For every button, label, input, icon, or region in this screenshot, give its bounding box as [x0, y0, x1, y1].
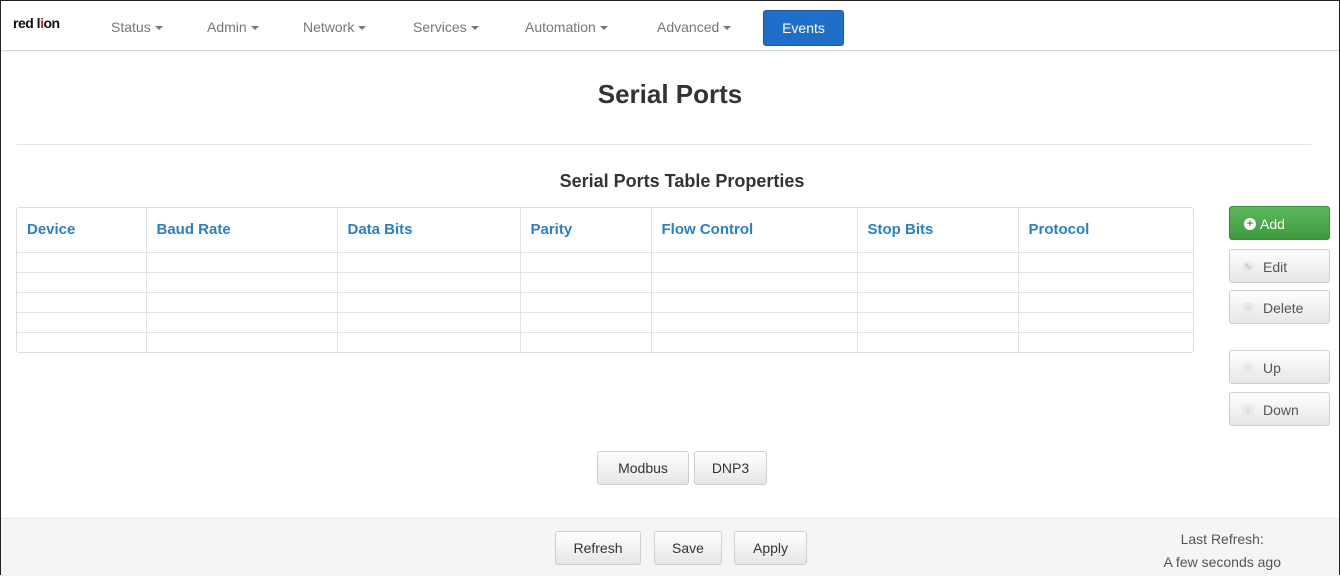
- table-cell: [519, 332, 651, 352]
- table-cell: [1017, 252, 1193, 273]
- nav-label: Services: [413, 19, 467, 35]
- nav-label: Automation: [525, 19, 596, 35]
- table-cell: [17, 272, 146, 293]
- table-cell: [650, 332, 857, 352]
- table-row[interactable]: [17, 292, 1193, 313]
- down-button-label: Down: [1263, 402, 1299, 418]
- nav-label: Admin: [207, 19, 247, 35]
- caret-down-icon: [599, 26, 608, 31]
- add-button-label: Add: [1260, 216, 1285, 232]
- table-header-row: Device Baud Rate Data Bits Parity Flow C…: [17, 208, 1193, 253]
- nav-status[interactable]: Status: [111, 19, 163, 35]
- caret-down-icon: [250, 26, 259, 31]
- table-cell: [1017, 272, 1193, 293]
- table-cell: [519, 272, 651, 293]
- title-divider: [17, 144, 1311, 145]
- table-cell: [856, 332, 1018, 352]
- nav-advanced[interactable]: Advanced: [657, 19, 732, 35]
- nav-label: Advanced: [657, 19, 720, 35]
- table-cell: [1017, 292, 1193, 313]
- table-cell: [856, 272, 1018, 293]
- delete-button[interactable]: − Delete: [1229, 290, 1330, 324]
- table-row[interactable]: [17, 312, 1193, 333]
- table-row[interactable]: [17, 332, 1193, 352]
- nav-admin[interactable]: Admin: [207, 19, 259, 35]
- caret-down-icon: [723, 26, 732, 31]
- logo-text-prefix: red l: [13, 15, 41, 31]
- table-cell: [336, 292, 520, 313]
- save-button[interactable]: Save: [654, 531, 722, 565]
- column-header-baud-rate[interactable]: Baud Rate: [145, 208, 337, 253]
- last-refresh-value: A few seconds ago: [1163, 554, 1281, 570]
- pencil-icon: ✎: [1242, 261, 1254, 273]
- table-cell: [519, 292, 651, 313]
- nav-network[interactable]: Network: [303, 19, 367, 35]
- table-cell: [519, 312, 651, 333]
- table-cell: [856, 292, 1018, 313]
- plus-circle-icon: +: [1244, 218, 1256, 230]
- column-header-parity[interactable]: Parity: [519, 208, 651, 253]
- table-cell: [145, 292, 337, 313]
- table-title: Serial Ports Table Properties: [559, 171, 805, 191]
- table-cell: [650, 292, 857, 313]
- column-header-flow-control[interactable]: Flow Control: [650, 208, 857, 253]
- table-cell: [336, 272, 520, 293]
- last-refresh-status: Last Refresh: A few seconds ago: [1163, 528, 1281, 574]
- top-navbar: red lion Status Admin Network Services A…: [1, 1, 1339, 51]
- column-header-device[interactable]: Device: [17, 208, 146, 253]
- red-lion-logo[interactable]: red lion: [13, 15, 60, 31]
- table-row[interactable]: [17, 272, 1193, 293]
- table-row[interactable]: [17, 252, 1193, 273]
- move-up-button[interactable]: ↑ Up: [1229, 350, 1330, 384]
- refresh-button[interactable]: Refresh: [555, 531, 641, 565]
- nav-events[interactable]: Events: [763, 10, 844, 46]
- table-cell: [17, 312, 146, 333]
- serial-ports-table: Device Baud Rate Data Bits Parity Flow C…: [16, 207, 1194, 353]
- table-cell: [145, 312, 337, 333]
- logo-text-suffix: on: [43, 15, 60, 31]
- dnp3-button[interactable]: DNP3: [694, 451, 767, 485]
- table-cell: [856, 312, 1018, 333]
- nav-services[interactable]: Services: [413, 19, 479, 35]
- column-header-data-bits[interactable]: Data Bits: [336, 208, 520, 253]
- modbus-button[interactable]: Modbus: [597, 451, 689, 485]
- page-title: Serial Ports: [597, 79, 743, 109]
- add-button[interactable]: + Add: [1229, 206, 1330, 240]
- delete-button-label: Delete: [1263, 300, 1304, 316]
- table-cell: [1017, 332, 1193, 352]
- nav-automation[interactable]: Automation: [525, 19, 608, 35]
- table-cell: [1017, 312, 1193, 333]
- table-cell: [17, 292, 146, 313]
- table-cell: [519, 252, 651, 273]
- caret-down-icon: [358, 26, 367, 31]
- arrow-up-icon: ↑: [1242, 362, 1254, 374]
- edit-button[interactable]: ✎ Edit: [1229, 249, 1330, 283]
- table-cell: [336, 312, 520, 333]
- table-cell: [650, 272, 857, 293]
- table-cell: [650, 312, 857, 333]
- move-down-button[interactable]: ↓ Down: [1229, 392, 1330, 426]
- caret-down-icon: [154, 26, 163, 31]
- column-header-protocol[interactable]: Protocol: [1017, 208, 1193, 253]
- table-cell: [145, 272, 337, 293]
- last-refresh-label: Last Refresh:: [1180, 531, 1264, 547]
- table-cell: [17, 252, 146, 273]
- up-button-label: Up: [1263, 360, 1281, 376]
- column-header-stop-bits[interactable]: Stop Bits: [856, 208, 1018, 253]
- apply-button[interactable]: Apply: [734, 531, 807, 565]
- table-cell: [336, 252, 520, 273]
- arrow-down-icon: ↓: [1242, 404, 1254, 416]
- table-cell: [650, 252, 857, 273]
- edit-button-label: Edit: [1263, 259, 1288, 275]
- caret-down-icon: [470, 26, 479, 31]
- nav-label: Status: [111, 19, 151, 35]
- table-cell: [145, 252, 337, 273]
- table-cell: [17, 332, 146, 352]
- table-cell: [856, 252, 1018, 273]
- nav-label: Network: [303, 19, 355, 35]
- minus-circle-icon: −: [1242, 302, 1254, 314]
- table-cell: [336, 332, 520, 352]
- table-cell: [145, 332, 337, 352]
